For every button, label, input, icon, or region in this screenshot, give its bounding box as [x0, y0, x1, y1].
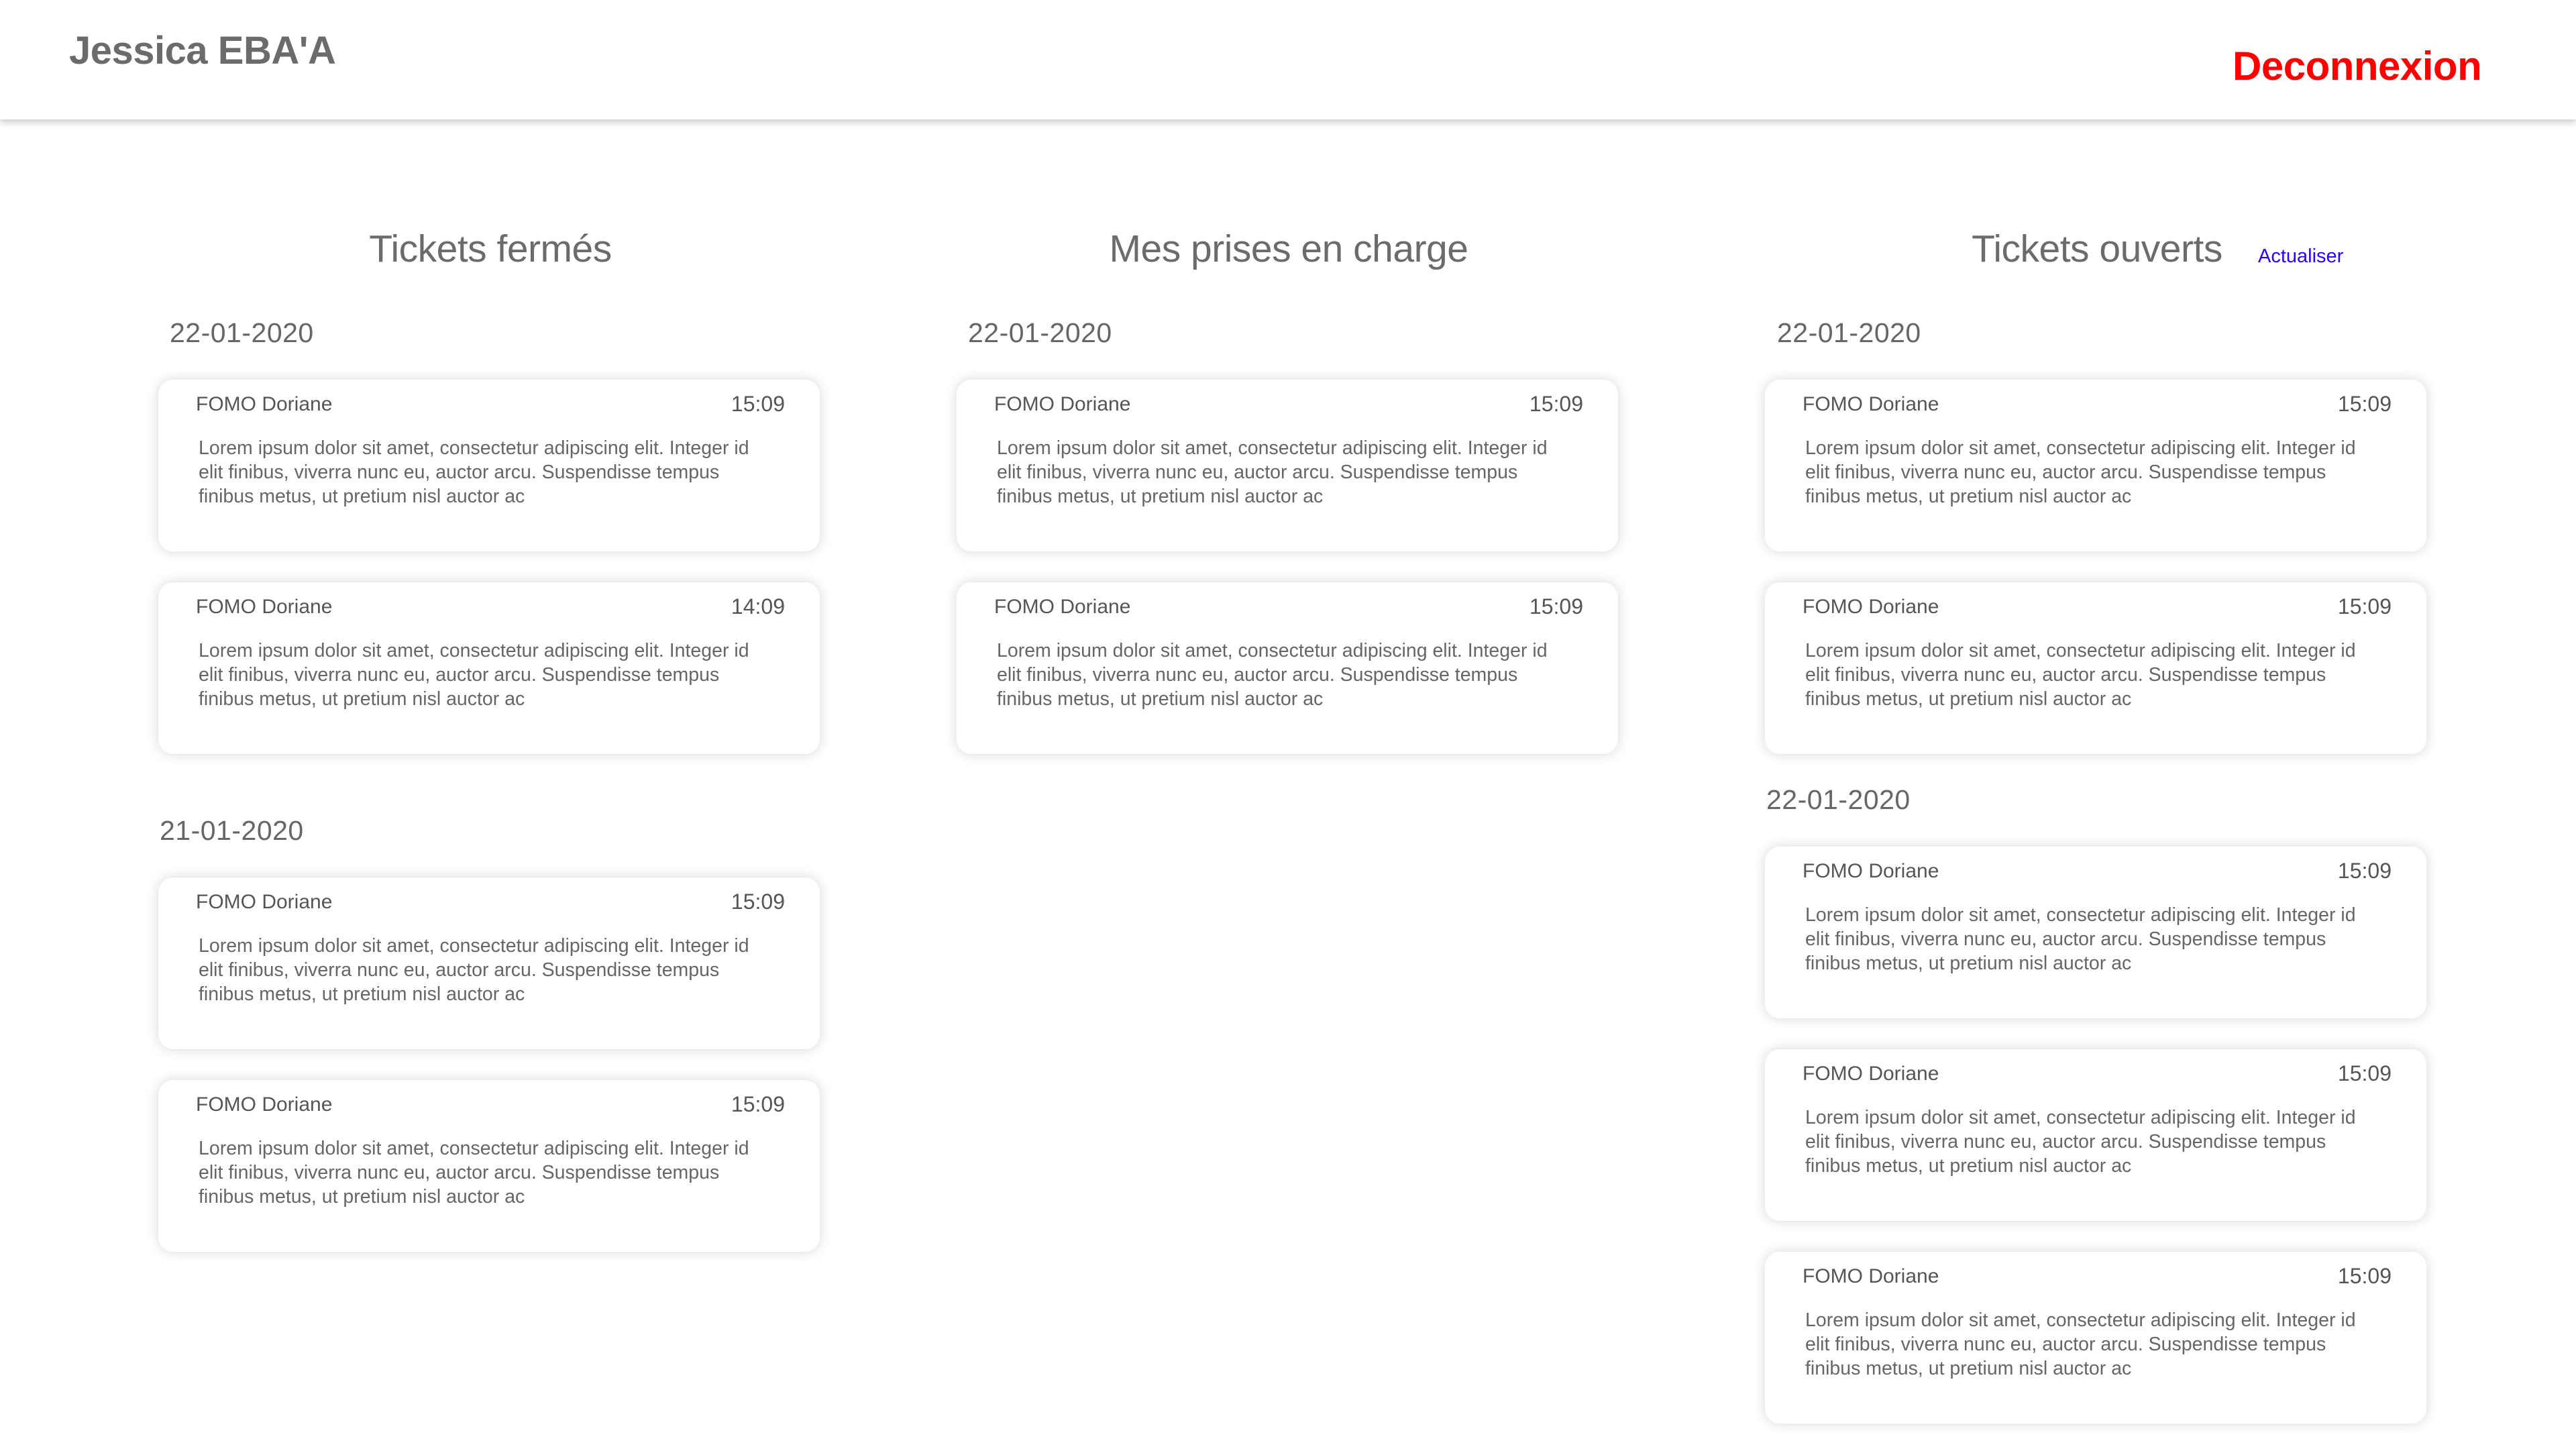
ticket-card[interactable]: FOMO Doriane 15:09 Lorem ipsum dolor sit… [158, 380, 820, 551]
ticket-body: Lorem ipsum dolor sit amet, consectetur … [1805, 1309, 2356, 1379]
ticket-card[interactable]: FOMO Doriane 15:09 Lorem ipsum dolor sit… [1765, 1252, 2426, 1424]
ticket-time: 15:09 [2337, 1061, 2392, 1085]
ticket-card[interactable]: FOMO Doriane 15:09 Lorem ipsum dolor sit… [1765, 847, 2426, 1018]
logout-button[interactable]: Deconnexion [2233, 43, 2482, 89]
ticket-card[interactable]: FOMO Doriane 15:09 Lorem ipsum dolor sit… [957, 380, 1618, 551]
ticket-card[interactable]: FOMO Doriane 15:09 Lorem ipsum dolor sit… [957, 582, 1618, 754]
ticket-body: Lorem ipsum dolor sit amet, consectetur … [1805, 437, 2356, 507]
ticket-body: Lorem ipsum dolor sit amet, consectetur … [997, 640, 1548, 710]
date-heading: 22-01-2020 [968, 317, 1112, 348]
ticket-author: FOMO Doriane [994, 596, 1131, 618]
ticket-card[interactable]: FOMO Doriane 15:09 Lorem ipsum dolor sit… [158, 877, 820, 1049]
ticket-time: 15:09 [2337, 594, 2392, 619]
date-heading: 22-01-2020 [1777, 317, 1921, 348]
ticket-time: 15:09 [2337, 1264, 2392, 1288]
ticket-time: 15:09 [731, 890, 785, 914]
ticket-author: FOMO Doriane [1803, 1063, 1939, 1085]
ticket-time: 15:09 [1529, 594, 1583, 619]
ticket-time: 15:09 [2337, 859, 2392, 883]
ticket-card[interactable]: FOMO Doriane 15:09 Lorem ipsum dolor sit… [1765, 582, 2426, 754]
ticket-time: 15:09 [2337, 392, 2392, 416]
ticket-body: Lorem ipsum dolor sit amet, consectetur … [1805, 1107, 2356, 1177]
ticket-card[interactable]: FOMO Doriane 15:09 Lorem ipsum dolor sit… [1765, 380, 2426, 551]
user-name: Jessica EBA'A [69, 29, 336, 72]
ticket-card[interactable]: FOMO Doriane 14:09 Lorem ipsum dolor sit… [158, 582, 820, 754]
ticket-time: 15:09 [731, 392, 785, 416]
date-heading: 21-01-2020 [160, 815, 304, 846]
ticket-author: FOMO Doriane [994, 393, 1131, 415]
ticket-time: 15:09 [1529, 392, 1583, 416]
ticket-body: Lorem ipsum dolor sit amet, consectetur … [199, 1138, 749, 1208]
top-bar: Jessica EBA'A Deconnexion [0, 0, 2576, 119]
column-title: Tickets fermés [369, 227, 612, 270]
ticket-author: FOMO Doriane [196, 393, 333, 415]
date-heading: 22-01-2020 [1766, 784, 1911, 815]
ticket-author: FOMO Doriane [196, 1093, 333, 1116]
ticket-card[interactable]: FOMO Doriane 15:09 Lorem ipsum dolor sit… [158, 1080, 820, 1252]
ticket-author: FOMO Doriane [1803, 860, 1939, 882]
ticket-body: Lorem ipsum dolor sit amet, consectetur … [199, 640, 749, 710]
ticket-body: Lorem ipsum dolor sit amet, consectetur … [199, 437, 749, 507]
ticket-card[interactable]: FOMO Doriane 15:09 Lorem ipsum dolor sit… [1765, 1049, 2426, 1221]
ticket-author: FOMO Doriane [1803, 393, 1939, 415]
ticket-author: FOMO Doriane [1803, 1265, 1939, 1287]
refresh-link[interactable]: Actualiser [2258, 246, 2343, 268]
ticket-time: 14:09 [731, 594, 785, 619]
column-title: Mes prises en charge [1109, 227, 1468, 270]
ticket-body: Lorem ipsum dolor sit amet, consectetur … [997, 437, 1548, 507]
ticket-time: 15:09 [731, 1092, 785, 1116]
date-heading: 22-01-2020 [170, 317, 314, 348]
ticket-author: FOMO Doriane [196, 596, 333, 618]
ticket-body: Lorem ipsum dolor sit amet, consectetur … [1805, 904, 2356, 974]
ticket-body: Lorem ipsum dolor sit amet, consectetur … [199, 935, 749, 1005]
ticket-author: FOMO Doriane [1803, 596, 1939, 618]
ticket-author: FOMO Doriane [196, 891, 333, 913]
ticket-body: Lorem ipsum dolor sit amet, consectetur … [1805, 640, 2356, 710]
